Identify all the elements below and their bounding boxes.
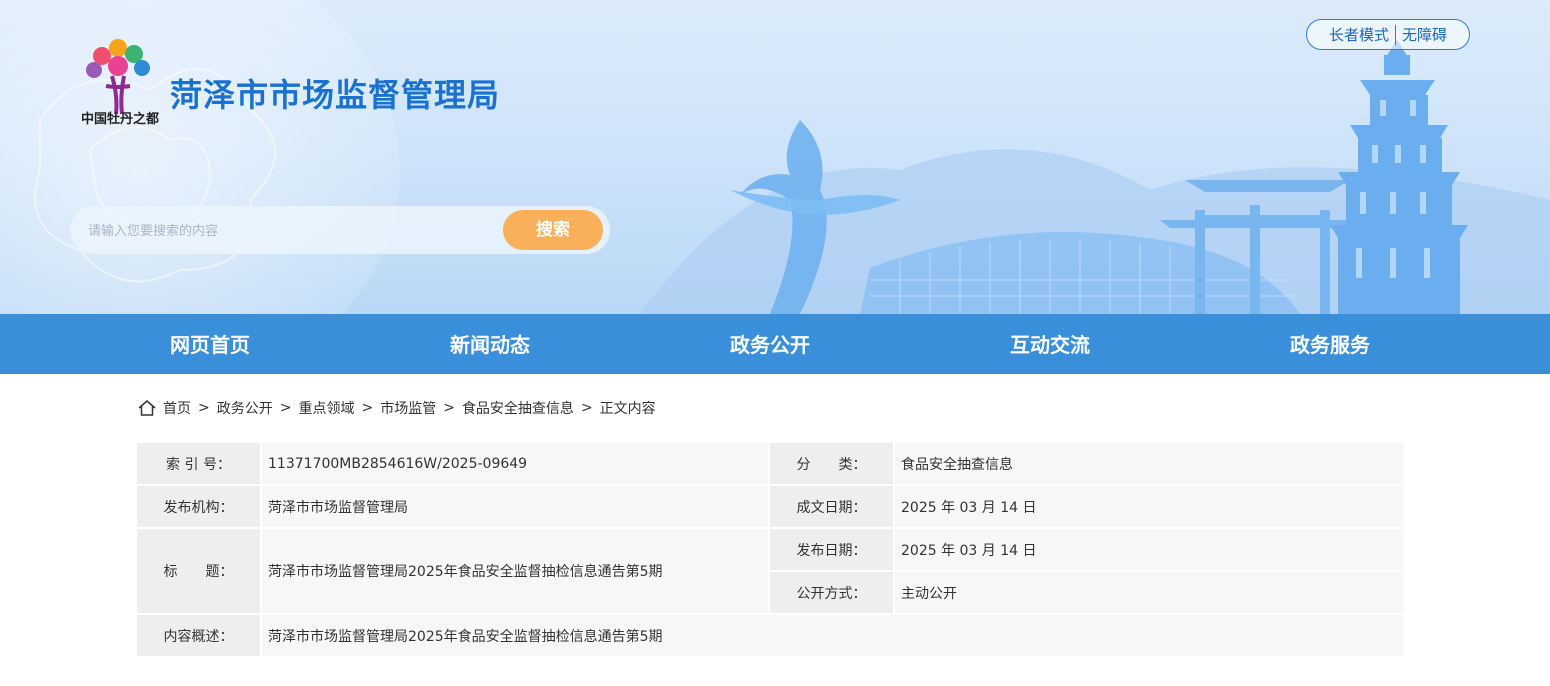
summary-value: 菏泽市市场监督管理局2025年食品安全监督抽检信息通告第5期 [260,613,1406,658]
table-row: 发布机构： 菏泽市市场监督管理局 成文日期： 2025 年 03 月 14 日 [135,484,1406,529]
breadcrumb-food-safety[interactable]: 食品安全抽查信息 [462,398,574,418]
accessibility-button[interactable]: 无障碍 [1396,24,1453,45]
document-info-table: 索 引 号： 11371700MB2854616W/2025-09649 分 类… [135,441,1406,658]
breadcrumb-separator: > [580,400,593,416]
breadcrumb-market-supervision[interactable]: 市场监管 [380,398,436,418]
breadcrumb: 首页 > 政务公开 > 重点领域 > 市场监管 > 食品安全抽查信息 > 正文内… [137,396,656,420]
table-row: 标 题： 菏泽市市场监督管理局2025年食品安全监督抽检信息通告第5期 发布日期… [135,527,1406,615]
title-label: 标 题： [135,527,262,615]
breadcrumb-separator: > [198,400,210,416]
search-button[interactable]: 搜索 [503,210,603,250]
nav-item-interaction[interactable]: 互动交流 [1010,314,1090,374]
table-row: 索 引 号： 11371700MB2854616W/2025-09649 分 类… [135,441,1406,486]
nav-item-home[interactable]: 网页首页 [170,314,250,374]
nav-item-services[interactable]: 政务服务 [1290,314,1370,374]
publisher-label: 发布机构： [135,484,262,529]
category-value: 食品安全抽查信息 [893,441,1406,486]
site-title: 菏泽市市场监督管理局 [170,76,501,114]
disclosure-value: 主动公开 [893,570,1406,615]
written-date-value: 2025 年 03 月 14 日 [893,484,1406,529]
breadcrumb-current: 正文内容 [599,401,656,417]
index-label: 索 引 号： [135,441,262,486]
search-bar: 搜索 [70,206,610,254]
main-nav: 网页首页 新闻动态 政务公开 互动交流 政务服务 [0,314,1550,374]
logo-caption: 中国牡丹之都 [80,112,159,127]
summary-label: 内容概述： [135,613,262,658]
breadcrumb-separator: > [361,400,374,416]
home-icon[interactable] [137,398,157,418]
breadcrumb-home[interactable]: 首页 [163,398,191,418]
accessibility-toggle-group: 长者模式 无障碍 [1306,19,1470,50]
peony-capital-logo [86,39,150,115]
category-label: 分 类： [768,441,895,486]
index-value: 11371700MB2854616W/2025-09649 [260,441,770,486]
written-date-label: 成文日期： [768,484,895,529]
title-value: 菏泽市市场监督管理局2025年食品安全监督抽检信息通告第5期 [260,527,770,615]
publisher-value: 菏泽市市场监督管理局 [260,484,770,529]
breadcrumb-gov-affairs[interactable]: 政务公开 [217,398,273,418]
nav-item-news[interactable]: 新闻动态 [450,314,530,374]
header-banner: 中国牡丹之都 菏泽市市场监督管理局 长者模式 无障碍 搜索 [0,0,1550,314]
elder-mode-button[interactable]: 长者模式 [1323,24,1395,45]
disclosure-label: 公开方式： [768,570,895,615]
publish-date-label: 发布日期： [768,527,895,572]
publish-date-value: 2025 年 03 月 14 日 [893,527,1406,572]
breadcrumb-separator: > [279,400,292,416]
search-input[interactable] [86,218,490,244]
table-row: 内容概述： 菏泽市市场监督管理局2025年食品安全监督抽检信息通告第5期 [135,613,1406,658]
breadcrumb-separator: > [443,400,455,416]
breadcrumb-key-areas[interactable]: 重点领域 [298,398,354,418]
nav-item-gov-affairs[interactable]: 政务公开 [730,314,810,374]
